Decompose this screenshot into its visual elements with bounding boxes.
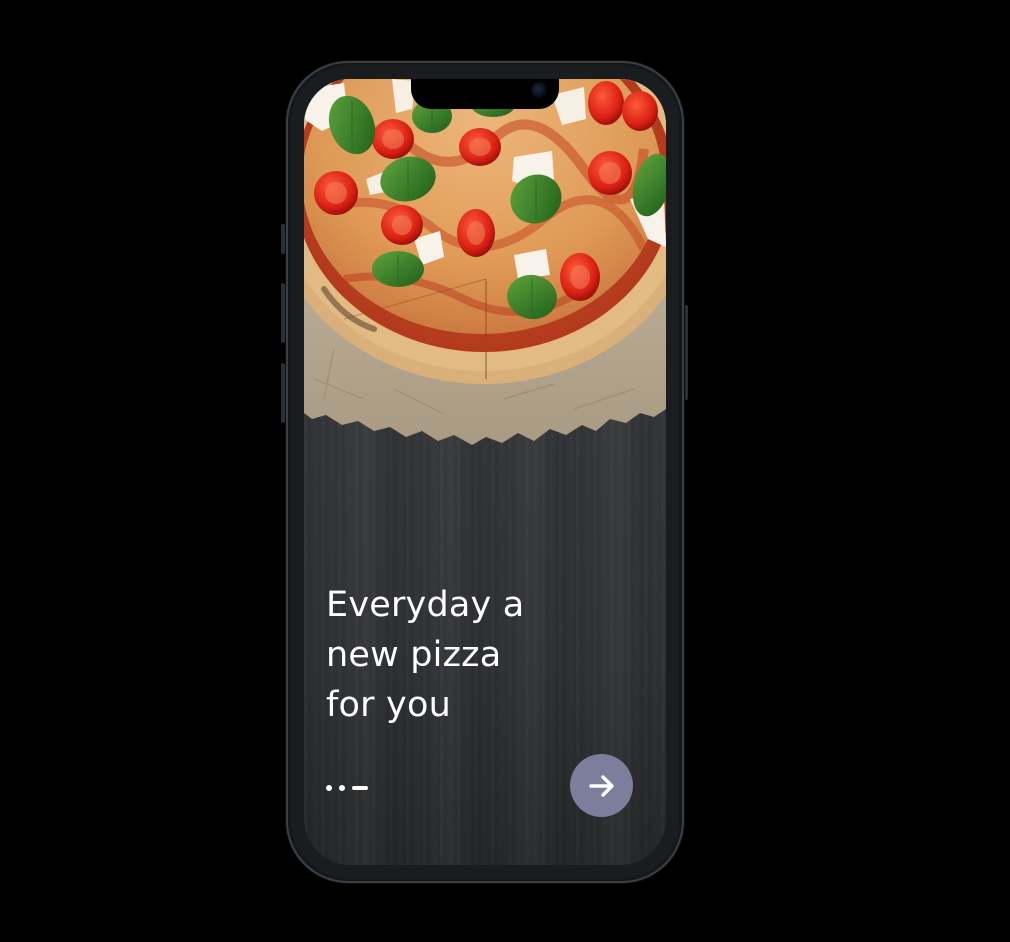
- next-button[interactable]: [570, 754, 633, 817]
- onboarding-headline: Everyday a new pizza for you: [326, 580, 576, 730]
- onboarding-screen: Everyday a new pizza for you: [304, 79, 666, 865]
- canvas: Everyday a new pizza for you: [0, 0, 1010, 942]
- pizza-hero-image: [304, 79, 666, 445]
- mute-switch: [281, 224, 285, 254]
- headline-line-2: new pizza: [326, 635, 502, 675]
- power-button: [684, 305, 688, 400]
- page-dot-2[interactable]: [339, 785, 345, 791]
- volume-down-button: [281, 363, 285, 423]
- headline-line-3: for you: [326, 685, 451, 725]
- page-indicator: [326, 783, 368, 793]
- notch: [411, 79, 559, 109]
- page-dot-3-active[interactable]: [352, 786, 368, 790]
- arrow-right-icon: [588, 774, 614, 797]
- headline-line-1: Everyday a: [326, 585, 525, 625]
- front-camera: [531, 82, 547, 98]
- page-dot-1[interactable]: [326, 785, 332, 791]
- volume-up-button: [281, 283, 285, 343]
